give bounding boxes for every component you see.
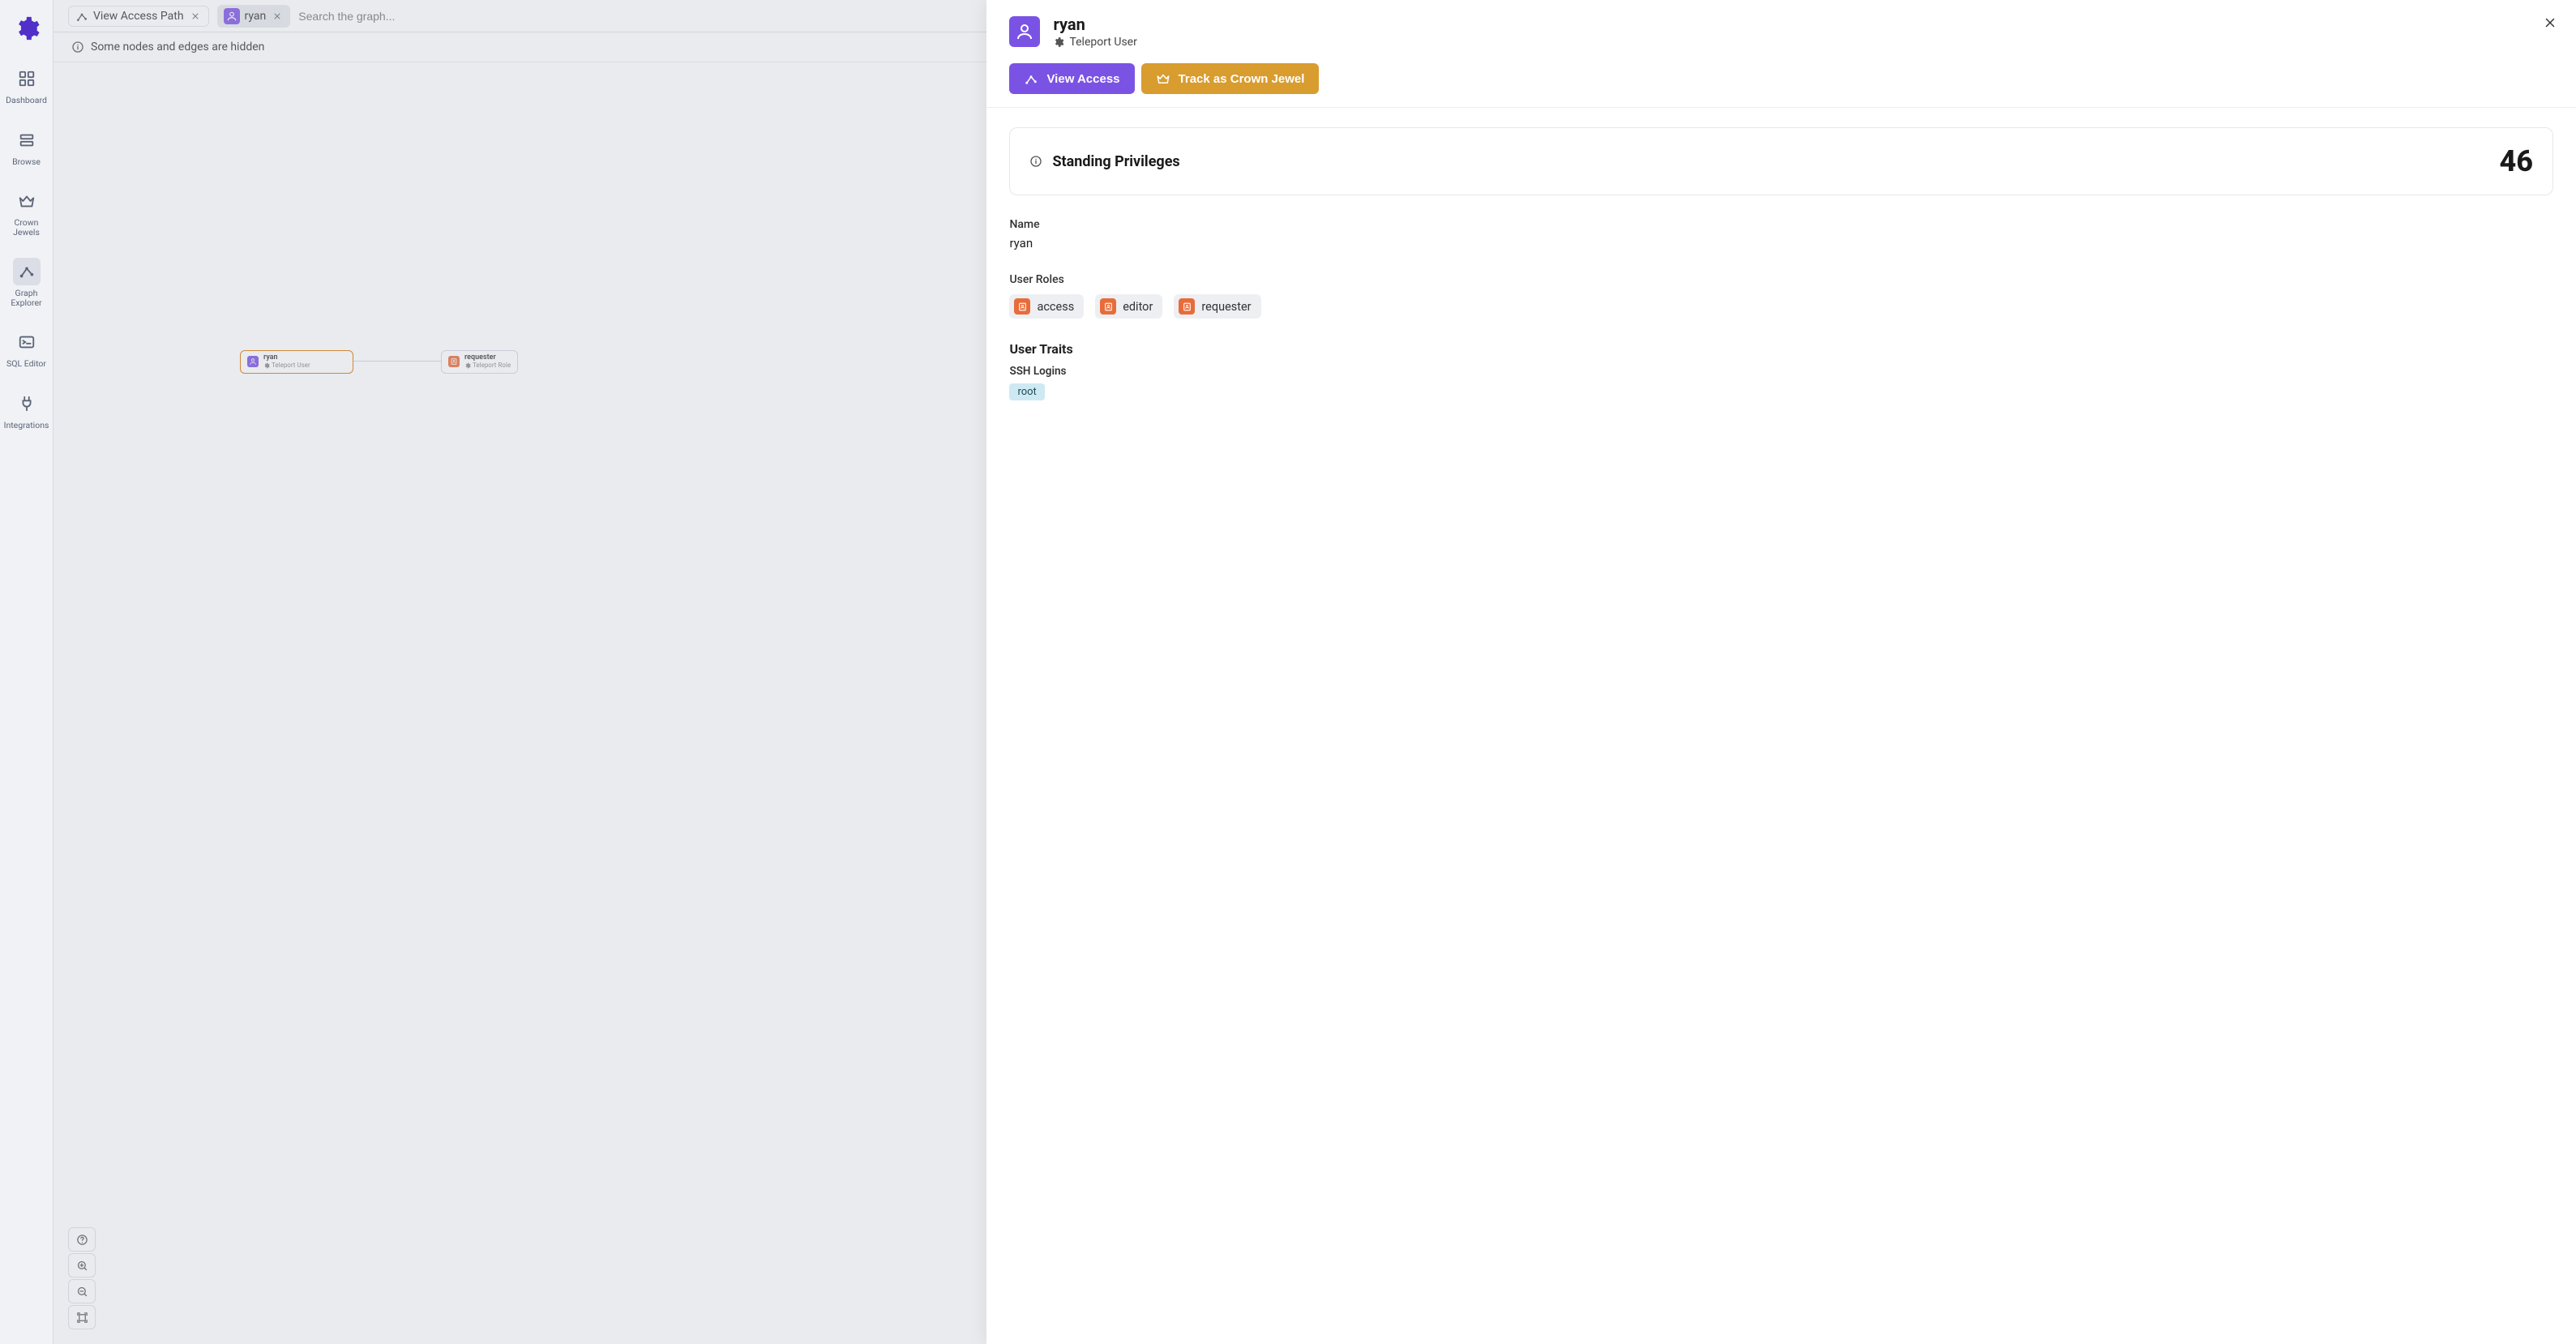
role-chip-editor[interactable]: editor (1095, 294, 1162, 319)
ssh-login-chip[interactable]: root (1009, 383, 1044, 400)
plug-icon (13, 390, 41, 417)
field-label: User Roles (1009, 273, 2553, 286)
panel-subtitle: Teleport User (1053, 36, 1136, 49)
role-icon (1100, 298, 1116, 315)
app-logo-icon (13, 15, 41, 42)
grid-icon (13, 65, 41, 92)
track-crown-jewel-button[interactable]: Track as Crown Jewel (1141, 63, 1320, 94)
main-content: View Access Path ryan Some nodes and edg… (53, 0, 2576, 1344)
sidebar-item-label: Graph Explorer (2, 289, 51, 307)
role-chip-access[interactable]: access (1009, 294, 1084, 319)
name-value: ryan (1009, 236, 2553, 250)
sidebar-item-label: Dashboard (6, 96, 47, 105)
path-icon (1024, 71, 1038, 86)
sidebar-item-integrations[interactable]: Integrations (2, 385, 51, 435)
ssh-logins-label: SSH Logins (1009, 365, 2553, 378)
sidebar-item-label: SQL Editor (6, 359, 46, 369)
sidebar-item-crown-jewels[interactable]: Crown Jewels (2, 182, 51, 242)
panel-header: ryan Teleport User View Access Track as … (986, 0, 2576, 108)
panel-title: ryan (1053, 15, 1136, 34)
section-heading: User Traits (1009, 341, 2553, 357)
role-chip-requester[interactable]: requester (1174, 294, 1260, 319)
sidebar-item-browse[interactable]: Browse (2, 122, 51, 172)
sidebar-item-label: Integrations (4, 421, 49, 430)
sidebar-item-label: Browse (12, 157, 41, 167)
user-icon (1009, 16, 1040, 47)
gear-icon (1053, 36, 1064, 48)
crown-icon (13, 187, 41, 215)
crown-icon (1156, 71, 1170, 86)
details-panel: ryan Teleport User View Access Track as … (986, 0, 2576, 1344)
sidebar-item-sql-editor[interactable]: SQL Editor (2, 323, 51, 374)
sidebar-item-label: Crown Jewels (2, 218, 51, 237)
card-label: Standing Privileges (1052, 153, 1179, 170)
panel-body: Standing Privileges 46 Name ryan User Ro… (986, 108, 2576, 1344)
info-icon (1029, 155, 1042, 168)
sidebar: Dashboard Browse Crown Jewels Graph Expl… (0, 0, 53, 1344)
sidebar-item-graph-explorer[interactable]: Graph Explorer (2, 253, 51, 312)
sidebar-item-dashboard[interactable]: Dashboard (2, 60, 51, 110)
close-button[interactable] (2539, 11, 2561, 34)
view-access-button[interactable]: View Access (1009, 63, 1134, 94)
role-icon (1014, 298, 1030, 315)
graph-icon (13, 258, 41, 285)
field-label: Name (1009, 218, 2553, 231)
user-roles-section: User Roles access editor requester (1009, 273, 2553, 319)
name-section: Name ryan (1009, 218, 2553, 250)
terminal-icon (13, 328, 41, 356)
privileges-count: 46 (2499, 144, 2533, 178)
standing-privileges-card[interactable]: Standing Privileges 46 (1009, 127, 2553, 195)
layers-icon (13, 126, 41, 154)
user-traits-section: User Traits SSH Logins root (1009, 341, 2553, 400)
role-icon (1179, 298, 1195, 315)
